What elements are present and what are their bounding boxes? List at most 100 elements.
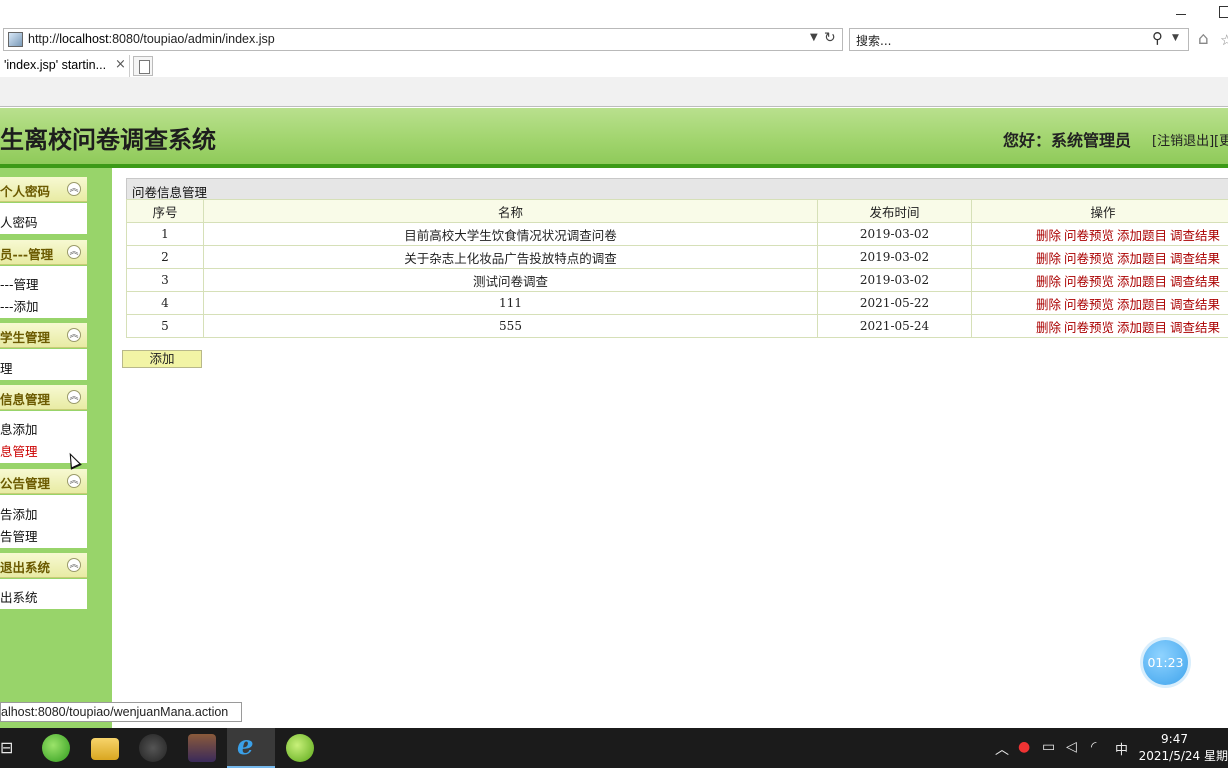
sidebar-section-survey[interactable]: 信息管理 ︽ xyxy=(0,385,87,410)
row-actions: 删除 问卷预览 添加题目 调查结果 xyxy=(971,268,1228,292)
collapse-icon[interactable]: ︽ xyxy=(67,558,81,572)
browser-titlebar xyxy=(0,0,1228,28)
sidebar-item-survey-add[interactable]: 息添加 xyxy=(0,419,38,438)
sidebar-section-notice[interactable]: 公告管理 ︽ xyxy=(0,469,87,494)
browser-toolbar xyxy=(0,77,1228,107)
sidebar-item-exit[interactable]: 出系统 xyxy=(0,587,38,606)
collapse-icon[interactable]: ︽ xyxy=(67,182,81,196)
row-date: 2019-03-02 xyxy=(817,268,972,292)
collapse-icon[interactable]: ︽ xyxy=(67,390,81,404)
sidebar-item-survey-manage[interactable]: 息管理 xyxy=(0,441,38,460)
sidebar: 个人密码 ︽ 人密码 员---管理 ︽ ---管理 ---添加 学生管理 ︽ 理… xyxy=(0,168,112,728)
header-divider xyxy=(0,164,1228,168)
address-url[interactable]: http://localhost:8080/toupiao/admin/inde… xyxy=(28,32,275,46)
header-link-clipped[interactable]: [更 xyxy=(1214,130,1228,149)
home-icon[interactable]: ⌂ xyxy=(1198,29,1209,49)
search-dropdown-icon[interactable]: ▼ xyxy=(1172,33,1179,43)
minimize-icon[interactable] xyxy=(1176,6,1188,18)
add-question-link[interactable]: 添加题目 xyxy=(1117,228,1167,243)
preview-link[interactable]: 问卷预览 xyxy=(1064,274,1114,289)
favorites-icon[interactable]: ☆ xyxy=(1220,31,1228,49)
sidebar-item-students-manage[interactable]: 理 xyxy=(0,358,13,377)
table-row: 2 关于杂志上化妆品广告投放特点的调查 2019-03-02 删除 问卷预览 添加题… xyxy=(126,245,1228,269)
row-date: 2019-03-02 xyxy=(817,245,972,269)
network-icon[interactable]: ◜ xyxy=(1091,739,1096,755)
preview-link[interactable]: 问卷预览 xyxy=(1064,228,1114,243)
new-tab-button[interactable] xyxy=(133,56,153,76)
file-explorer-icon[interactable] xyxy=(91,738,119,760)
tab-index[interactable]: 'index.jsp' startin... × xyxy=(0,55,130,77)
delete-link[interactable]: 删除 xyxy=(1036,320,1061,335)
results-link[interactable]: 调查结果 xyxy=(1170,228,1220,243)
address-dropdown-icon[interactable]: ▼ xyxy=(810,32,818,43)
sidebar-item-notice-manage[interactable]: 告管理 xyxy=(0,526,38,545)
sidebar-item-admin-manage[interactable]: ---管理 xyxy=(0,274,39,293)
delete-link[interactable]: 删除 xyxy=(1036,297,1061,312)
volume-icon[interactable]: ◁ xyxy=(1066,739,1077,755)
row-date: 2019-03-02 xyxy=(817,222,972,246)
preview-link[interactable]: 问卷预览 xyxy=(1064,297,1114,312)
qq-tray-icon[interactable]: ● xyxy=(1018,739,1030,755)
add-question-link[interactable]: 添加题目 xyxy=(1117,251,1167,266)
task-view-icon[interactable]: ⊟ xyxy=(0,738,13,757)
system-title: 生离校问卷调查系统 xyxy=(0,125,216,154)
row-id: 2 xyxy=(126,245,204,269)
preview-link[interactable]: 问卷预览 xyxy=(1064,320,1114,335)
app-icon-dark[interactable] xyxy=(139,734,167,762)
tab-close-icon[interactable]: × xyxy=(115,57,126,72)
logout-link[interactable]: [注销退出] xyxy=(1152,130,1214,149)
row-actions: 删除 问卷预览 添加题目 调查结果 xyxy=(971,222,1228,246)
collapse-icon[interactable]: ︽ xyxy=(67,328,81,342)
table-row: 1 目前高校大学生饮食情况状况调查问卷 2019-03-02 删除 问卷预览 添加题… xyxy=(126,222,1228,246)
add-question-link[interactable]: 添加题目 xyxy=(1117,297,1167,312)
refresh-icon[interactable]: ↻ xyxy=(824,30,836,46)
search-icon[interactable]: ⚲ xyxy=(1152,29,1163,47)
sidebar-section-title: 员---管理 xyxy=(0,247,54,262)
sidebar-section-body: 告添加 告管理 xyxy=(0,495,87,548)
add-survey-button[interactable]: 添加 xyxy=(122,350,202,368)
search-input[interactable]: 搜索... xyxy=(856,32,891,49)
page-favicon-icon xyxy=(8,32,23,47)
address-bar[interactable]: http://localhost:8080/toupiao/admin/inde… xyxy=(3,28,843,51)
browser-tabs: 'index.jsp' startin... × xyxy=(0,55,1228,77)
browser-360-icon[interactable] xyxy=(42,734,70,762)
delete-link[interactable]: 删除 xyxy=(1036,274,1061,289)
sidebar-section-admin[interactable]: 员---管理 ︽ xyxy=(0,240,87,265)
clock[interactable]: 9:47 2021/5/24 星期 xyxy=(1138,731,1228,765)
survey-table: 序号 名称 发布时间 操作 1 目前高校大学生饮食情况状况调查问卷 2019-0… xyxy=(126,199,1228,338)
tray-expand-icon[interactable]: ︿ xyxy=(995,739,1009,759)
battery-icon[interactable]: ▭ xyxy=(1042,739,1055,755)
sidebar-section-body: 出系统 xyxy=(0,579,87,609)
internet-explorer-icon[interactable]: e xyxy=(237,731,254,761)
sidebar-section-students[interactable]: 学生管理 ︽ xyxy=(0,323,87,348)
row-name: 目前高校大学生饮食情况状况调查问卷 xyxy=(203,222,818,246)
collapse-icon[interactable]: ︽ xyxy=(67,474,81,488)
results-link[interactable]: 调查结果 xyxy=(1170,320,1220,335)
add-question-link[interactable]: 添加题目 xyxy=(1117,320,1167,335)
preview-link[interactable]: 问卷预览 xyxy=(1064,251,1114,266)
add-question-link[interactable]: 添加题目 xyxy=(1117,274,1167,289)
delete-link[interactable]: 删除 xyxy=(1036,228,1061,243)
sidebar-item-notice-add[interactable]: 告添加 xyxy=(0,504,38,523)
search-box[interactable]: 搜索... ⚲ ▼ xyxy=(849,28,1189,51)
app-icon-green[interactable] xyxy=(286,734,314,762)
sidebar-section-exit[interactable]: 退出系统 ︽ xyxy=(0,553,87,578)
sidebar-section-body: ---管理 ---添加 xyxy=(0,266,87,318)
sidebar-section-password[interactable]: 个人密码 ︽ xyxy=(0,177,87,202)
maximize-icon[interactable] xyxy=(1219,6,1228,18)
row-id: 5 xyxy=(126,314,204,338)
sidebar-item-password[interactable]: 人密码 xyxy=(0,212,38,231)
row-actions: 删除 问卷预览 添加题目 调查结果 xyxy=(971,291,1228,315)
results-link[interactable]: 调查结果 xyxy=(1170,297,1220,312)
sidebar-item-admin-add[interactable]: ---添加 xyxy=(0,296,39,315)
ime-indicator[interactable]: 中 xyxy=(1115,739,1128,758)
results-link[interactable]: 调查结果 xyxy=(1170,251,1220,266)
row-id: 4 xyxy=(126,291,204,315)
delete-link[interactable]: 删除 xyxy=(1036,251,1061,266)
recording-timer[interactable]: 01:23 xyxy=(1143,640,1188,685)
collapse-icon[interactable]: ︽ xyxy=(67,245,81,259)
clock-time: 9:47 xyxy=(1161,732,1188,746)
results-link[interactable]: 调查结果 xyxy=(1170,274,1220,289)
app-icon-game[interactable] xyxy=(188,734,216,762)
table-header-row: 序号 名称 发布时间 操作 xyxy=(126,199,1228,223)
